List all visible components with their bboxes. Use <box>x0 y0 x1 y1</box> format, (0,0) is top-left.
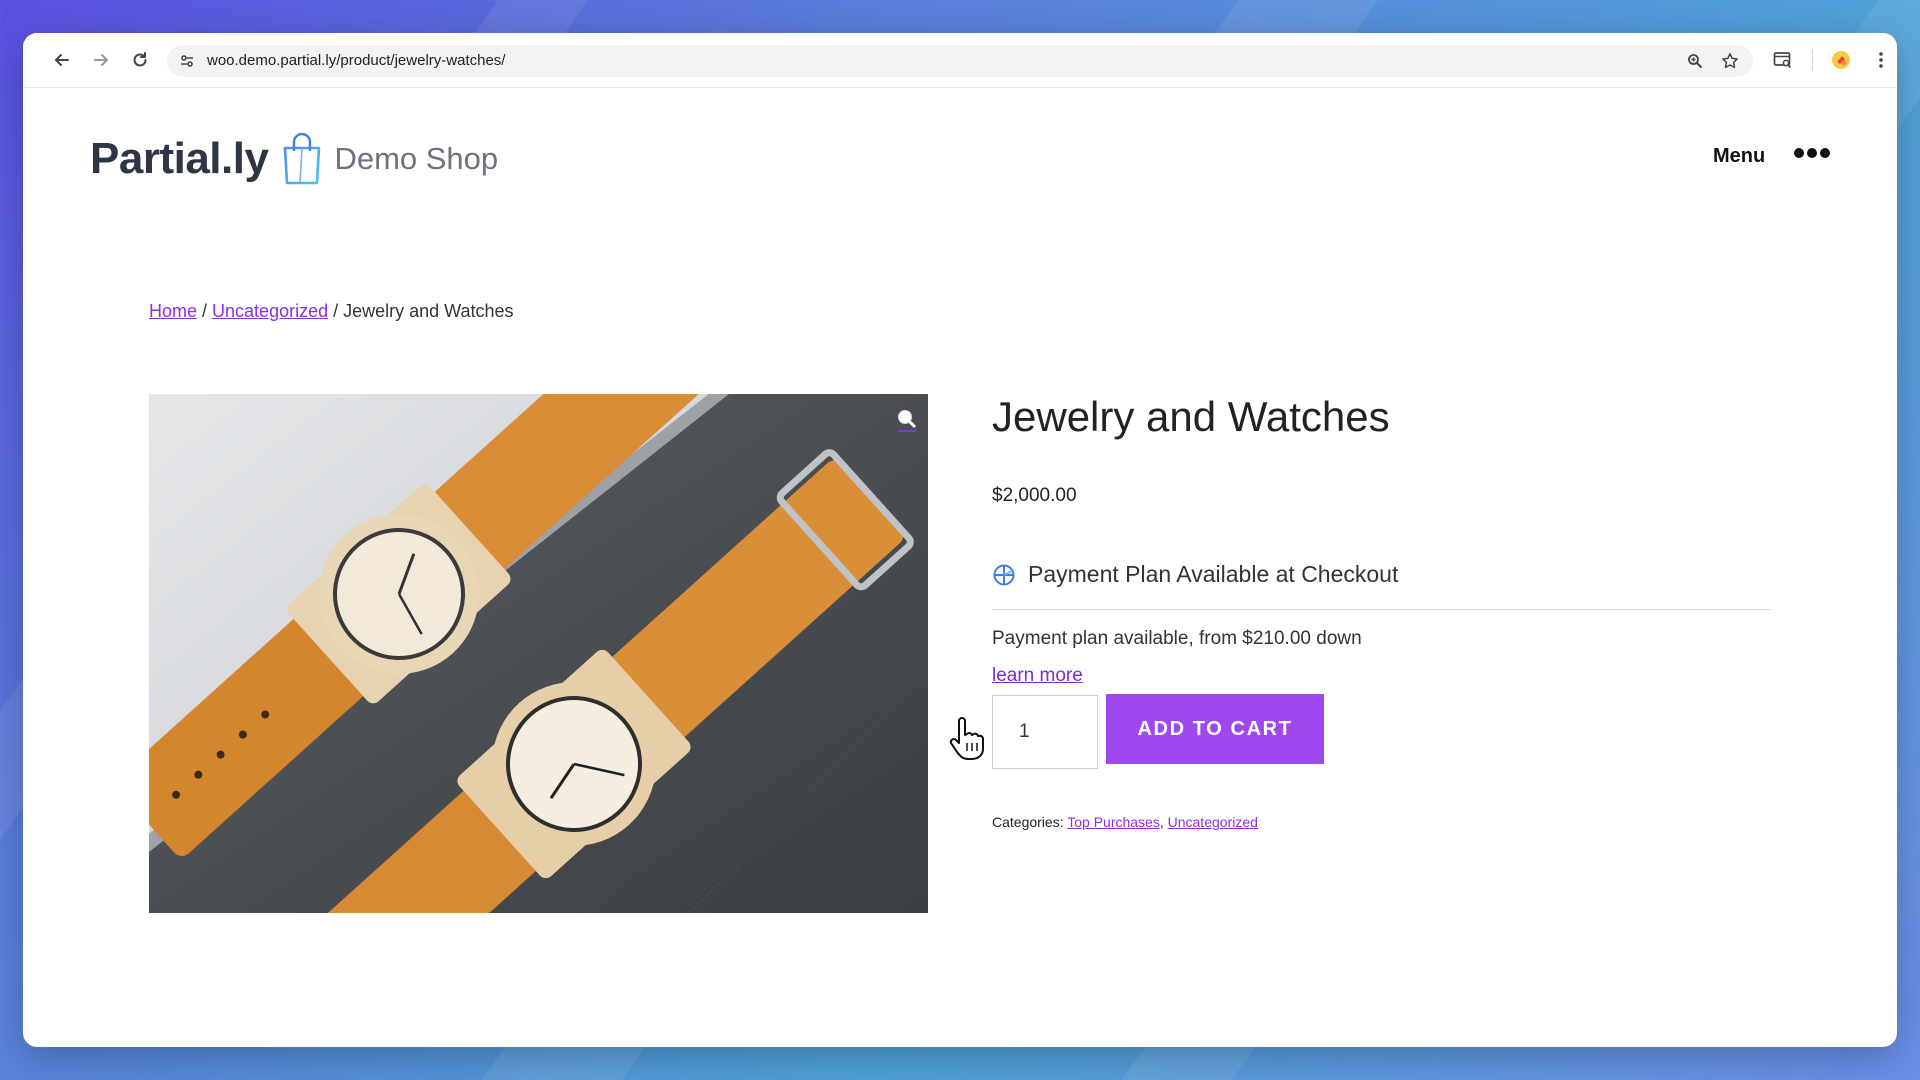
payment-plan-title: Payment Plan Available at Checkout <box>1028 561 1399 587</box>
add-to-cart-button[interactable]: ADD TO CART <box>1106 694 1324 764</box>
category-link-top-purchases[interactable]: Top Purchases <box>1067 814 1160 830</box>
shopping-bag-icon <box>284 133 321 185</box>
address-bar[interactable]: woo.demo.partial.ly/product/jewelry-watc… <box>167 45 1753 77</box>
categories-label: Categories: <box>992 814 1068 830</box>
breadcrumb-separator: / <box>328 301 344 321</box>
product-image[interactable] <box>149 394 928 913</box>
site-subtitle: Demo Shop <box>334 141 499 176</box>
partially-logo-icon <box>993 564 1015 585</box>
toolbar-divider <box>1812 50 1813 70</box>
site-info-icon[interactable] <box>177 51 197 71</box>
back-button[interactable] <box>49 47 75 73</box>
category-separator: , <box>1159 814 1168 830</box>
browser-menu-button[interactable] <box>1868 47 1894 73</box>
divider <box>992 609 1771 610</box>
payment-plan-row: Payment Plan Available at Checkout <box>992 561 1398 588</box>
breadcrumb: Home / Uncategorized / Jewelry and Watch… <box>149 301 514 322</box>
breadcrumb-category-link[interactable]: Uncategorized <box>212 301 328 321</box>
extension-icon <box>1832 51 1850 69</box>
browser-window: woo.demo.partial.ly/product/jewelry-watc… <box>23 33 1897 1047</box>
reload-icon <box>133 52 147 67</box>
magnifier-icon <box>898 410 917 432</box>
more-options-button[interactable] <box>1793 146 1831 164</box>
product-photo <box>149 394 928 913</box>
reload-button[interactable] <box>127 47 153 73</box>
arrow-right-icon <box>94 54 108 66</box>
site-logo[interactable]: Partial.ly Demo Shop <box>90 129 498 189</box>
product-title: Jewelry and Watches <box>992 393 1390 440</box>
forward-button[interactable] <box>88 47 114 73</box>
browser-toolbar: woo.demo.partial.ly/product/jewelry-watc… <box>23 33 1897 88</box>
hand-cursor-icon <box>947 717 987 766</box>
product-price: $2,000.00 <box>992 485 1077 506</box>
payment-plan-description: Payment plan available, from $210.00 dow… <box>992 628 1362 649</box>
arrow-left-icon <box>55 54 69 66</box>
menu-button[interactable]: Menu <box>1713 145 1765 168</box>
extension-button[interactable] <box>1828 47 1854 73</box>
breadcrumb-home-link[interactable]: Home <box>149 301 197 321</box>
learn-more-link[interactable]: learn more <box>992 665 1083 687</box>
tab-search-button[interactable] <box>1770 47 1796 73</box>
bookmark-star-icon[interactable] <box>1720 51 1740 71</box>
zoom-icon[interactable] <box>1685 51 1705 71</box>
category-link-uncategorized[interactable]: Uncategorized <box>1168 814 1258 830</box>
breadcrumb-separator: / <box>197 301 213 321</box>
image-zoom-button[interactable] <box>896 408 918 437</box>
window-search-icon <box>1773 52 1792 69</box>
product-categories: Categories: Top Purchases, Uncategorized <box>992 814 1258 830</box>
kebab-menu-icon <box>1879 52 1883 68</box>
ellipsis-icon <box>1794 148 1830 158</box>
url-text[interactable]: woo.demo.partial.ly/product/jewelry-watc… <box>207 52 505 69</box>
breadcrumb-current: Jewelry and Watches <box>343 301 514 321</box>
quantity-input[interactable] <box>992 695 1098 769</box>
brand-name: Partial.ly <box>90 134 269 183</box>
